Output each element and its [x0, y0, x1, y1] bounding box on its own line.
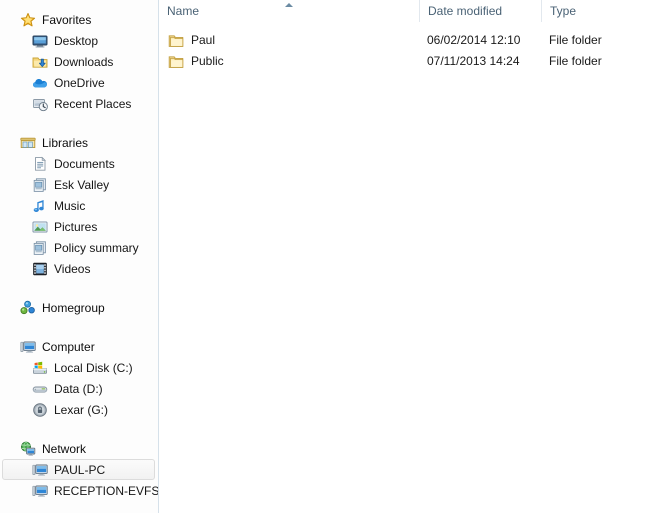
onedrive-cloud-icon — [32, 75, 48, 91]
nav-item-label: Downloads — [54, 54, 114, 69]
nav-item-label: Pictures — [54, 219, 98, 234]
nav-item-pictures[interactable]: Pictures — [0, 216, 158, 237]
hard-drive-icon — [32, 381, 48, 397]
nav-item-label: Desktop — [54, 33, 99, 48]
nav-item-label: Local Disk (C:) — [54, 360, 133, 375]
table-row[interactable]: Paul 06/02/2014 12:10 File folder — [159, 30, 647, 51]
computer-monitor-icon — [20, 339, 36, 355]
nav-item-policy-summary[interactable]: Policy summary — [0, 237, 158, 258]
nav-group-separator — [0, 114, 158, 132]
nav-item-label: PAUL-PC — [54, 462, 106, 477]
nav-item-label: Policy summary — [54, 240, 139, 255]
computer-monitor-icon — [32, 483, 48, 499]
nav-item-label: Music — [54, 198, 86, 213]
nav-item-recent-places[interactable]: Recent Places — [0, 93, 158, 114]
nav-group-separator — [0, 318, 158, 336]
nav-group-libraries: Libraries Documents Esk Valley Music Pic… — [0, 132, 158, 279]
file-date-modified-cell: 06/02/2014 12:10 — [427, 33, 521, 47]
nav-item-esk-valley[interactable]: Esk Valley — [0, 174, 158, 195]
nav-item-label: OneDrive — [54, 75, 105, 90]
nav-root-favorites[interactable]: Favorites — [0, 9, 158, 30]
downloads-folder-icon — [32, 54, 48, 70]
file-rows[interactable]: Paul 06/02/2014 12:10 File folder Public 07… — [159, 22, 647, 72]
library-icon — [32, 240, 48, 256]
file-list-pane[interactable]: Name Date modified Type Paul 06/02/2014 1… — [159, 0, 647, 513]
nav-item-music[interactable]: Music — [0, 195, 158, 216]
nav-item-documents[interactable]: Documents — [0, 153, 158, 174]
file-type-cell: File folder — [549, 33, 602, 47]
navigation-pane[interactable]: Favorites Desktop Downloads OneDrive Rec… — [0, 0, 159, 513]
nav-group-separator — [0, 279, 158, 297]
system-drive-icon — [32, 360, 48, 376]
pictures-library-icon — [32, 219, 48, 235]
file-name-cell[interactable]: Public — [159, 51, 419, 72]
nav-group-network: Network PAUL-PC RECEPTION-EVFS — [0, 438, 158, 501]
table-row[interactable]: Public 07/11/2013 14:24 File folder — [159, 51, 647, 72]
recent-places-icon — [32, 96, 48, 112]
nav-item-desktop[interactable]: Desktop — [0, 30, 158, 51]
nav-root-homegroup[interactable]: Homegroup — [0, 297, 158, 318]
file-name-label: Public — [191, 54, 224, 68]
nav-root-label: Network — [42, 441, 87, 456]
star-icon — [20, 12, 36, 28]
explorer-window: Favorites Desktop Downloads OneDrive Rec… — [0, 0, 647, 513]
libraries-icon — [20, 135, 36, 151]
nav-root-libraries[interactable]: Libraries — [0, 132, 158, 153]
folder-icon — [168, 33, 184, 49]
nav-item-lexar-g[interactable]: Lexar (G:) — [0, 399, 158, 420]
nav-item-label: Recent Places — [54, 96, 132, 111]
nav-group-homegroup: Homegroup — [0, 297, 158, 318]
nav-item-label: Data (D:) — [54, 381, 103, 396]
network-globe-icon — [20, 441, 36, 457]
videos-filmstrip-icon — [32, 261, 48, 277]
nav-group-computer: Computer Local Disk (C:) Data (D:) Lexar… — [0, 336, 158, 420]
folder-icon — [168, 54, 184, 70]
music-note-icon — [32, 198, 48, 214]
nav-item-label: RECEPTION-EVFS — [54, 483, 159, 498]
file-date-modified-cell: 07/11/2013 14:24 — [427, 54, 520, 68]
sort-ascending-icon — [285, 3, 294, 8]
nav-item-label: Esk Valley — [54, 177, 110, 192]
nav-item-data-d[interactable]: Data (D:) — [0, 378, 158, 399]
locked-drive-icon — [32, 402, 48, 418]
nav-group-separator — [0, 420, 158, 438]
nav-root-computer[interactable]: Computer — [0, 336, 158, 357]
file-name-cell[interactable]: Paul — [159, 30, 419, 51]
nav-root-label: Homegroup — [42, 300, 105, 315]
nav-root-label: Computer — [42, 339, 95, 354]
nav-item-label: Lexar (G:) — [54, 402, 109, 417]
library-icon — [32, 177, 48, 193]
nav-item-onedrive[interactable]: OneDrive — [0, 72, 158, 93]
file-name-label: Paul — [191, 33, 216, 47]
file-type-cell: File folder — [549, 54, 602, 68]
column-header-date-modified[interactable]: Date modified — [419, 0, 541, 22]
nav-item-label: Videos — [54, 261, 91, 276]
nav-root-label: Libraries — [42, 135, 89, 150]
column-header-type[interactable]: Type — [541, 0, 641, 22]
column-header-row[interactable]: Name Date modified Type — [159, 0, 647, 22]
nav-group-favorites: Favorites Desktop Downloads OneDrive Rec… — [0, 9, 158, 114]
nav-root-network[interactable]: Network — [0, 438, 158, 459]
documents-library-icon — [32, 156, 48, 172]
nav-item-paul-pc[interactable]: PAUL-PC — [2, 459, 155, 480]
nav-item-local-disk-c[interactable]: Local Disk (C:) — [0, 357, 158, 378]
nav-root-label: Favorites — [42, 12, 92, 27]
homegroup-icon — [20, 300, 36, 316]
nav-item-videos[interactable]: Videos — [0, 258, 158, 279]
nav-item-downloads[interactable]: Downloads — [0, 51, 158, 72]
nav-item-reception-evfs[interactable]: RECEPTION-EVFS — [0, 480, 158, 501]
nav-item-label: Documents — [54, 156, 115, 171]
desktop-icon — [32, 33, 48, 49]
computer-monitor-icon — [32, 462, 48, 478]
